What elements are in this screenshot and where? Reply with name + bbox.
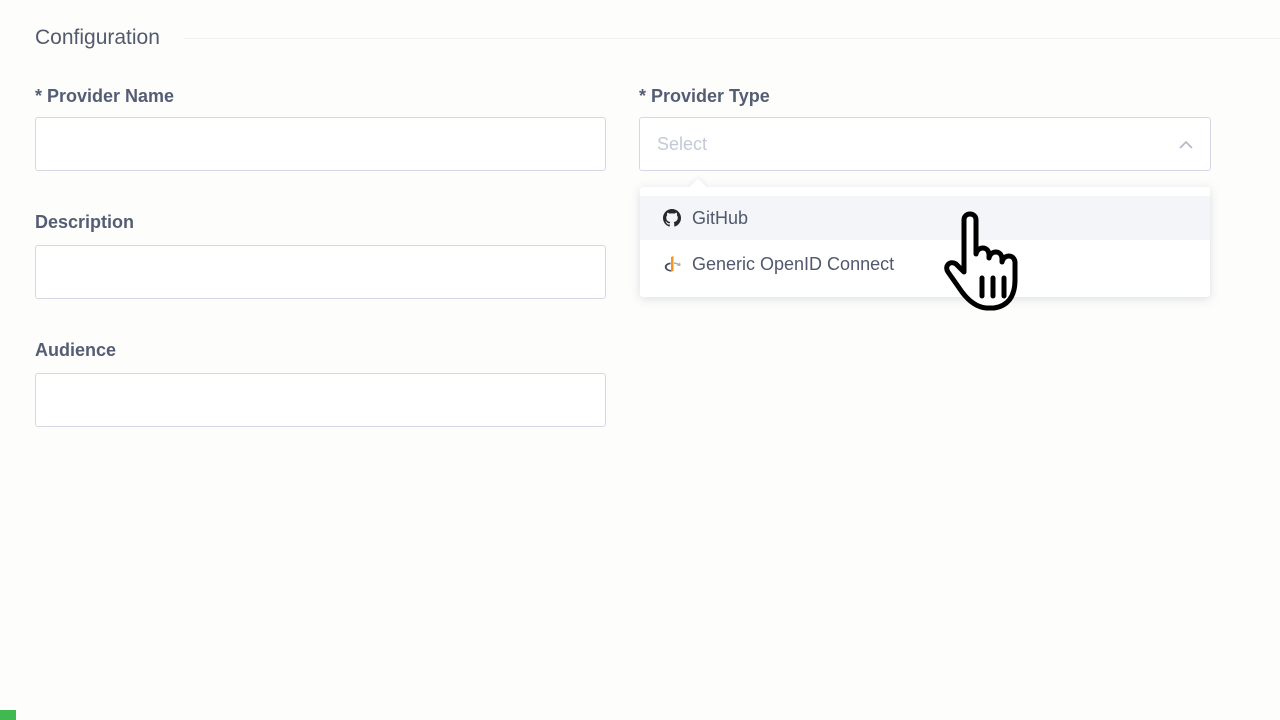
- audience-input[interactable]: [35, 373, 606, 427]
- openid-icon: [662, 254, 682, 274]
- provider-name-label: * Provider Name: [35, 86, 175, 106]
- hand-cursor-icon: [942, 206, 1046, 316]
- dropdown-arrow: [689, 178, 707, 196]
- provider-name-input[interactable]: [35, 117, 606, 171]
- provider-type-select[interactable]: Select: [639, 117, 1211, 171]
- provider-type-placeholder: Select: [657, 133, 708, 154]
- description-input[interactable]: [35, 245, 606, 299]
- configuration-form: Configuration * Provider Name Descriptio…: [0, 0, 1280, 720]
- provider-type-label: * Provider Type: [639, 86, 770, 106]
- dropdown-option-label: GitHub: [692, 207, 749, 228]
- section-divider: [183, 37, 1280, 39]
- section-title: Configuration: [35, 26, 160, 49]
- section-header: Configuration: [35, 26, 1280, 50]
- audience-label: Audience: [35, 340, 117, 360]
- provider-type-dropdown: GitHub Generic OpenID Connect: [640, 178, 1210, 297]
- chevron-up-icon: [1179, 137, 1193, 151]
- dropdown-option-openid[interactable]: Generic OpenID Connect: [640, 242, 1210, 286]
- description-label: Description: [35, 212, 135, 232]
- dropdown-option-label: Generic OpenID Connect: [692, 253, 895, 274]
- dropdown-option-github[interactable]: GitHub: [640, 196, 1210, 240]
- corner-indicator: [0, 710, 16, 720]
- github-icon: [662, 208, 682, 228]
